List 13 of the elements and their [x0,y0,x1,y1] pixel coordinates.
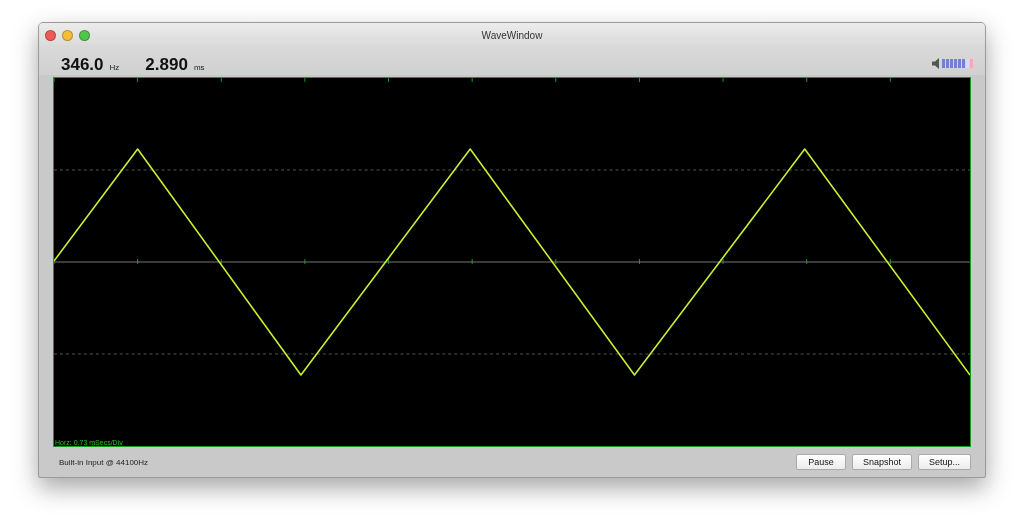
readout-value: 346.0 [61,55,104,75]
zoom-button[interactable] [79,29,90,41]
readout-unit: ms [193,63,205,72]
minimize-button[interactable] [62,29,73,41]
readout-value: 2.890 [145,55,188,75]
toolbar-button[interactable]: Snapshot [851,454,912,470]
toolbar-button[interactable]: Setup... [917,454,971,470]
window-title: WaveWindow [480,29,544,41]
readout-unit: Hz [109,63,120,72]
close-button[interactable] [45,29,56,41]
input-status: Built-in Input @ 44100Hz [59,457,149,467]
speaker-icon [932,58,939,69]
toolbar-button[interactable]: Pause [795,454,846,470]
